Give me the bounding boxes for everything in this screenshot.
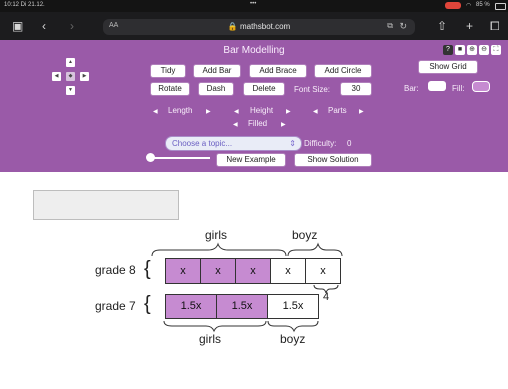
delete-button[interactable]: Delete — [243, 82, 285, 96]
top-brace-label-boyz: boyz — [292, 228, 318, 242]
topic-placeholder: Choose a topic... — [172, 139, 233, 148]
length-decrease-icon[interactable]: ◀ — [153, 108, 158, 115]
reload-icon[interactable]: ↻ — [399, 21, 407, 32]
top-brace-girls — [151, 242, 287, 257]
move-up-button[interactable]: ▲ — [66, 58, 75, 67]
length-increase-icon[interactable]: ▶ — [206, 108, 211, 115]
grade7-label: grade 7 — [95, 299, 136, 313]
difficulty-slider-thumb[interactable] — [146, 153, 155, 162]
show-grid-button[interactable]: Show Grid — [418, 60, 478, 74]
status-bar: 10:12 Di 21.12. ••• ◠ 85 % — [0, 0, 508, 12]
new-example-button[interactable]: New Example — [216, 153, 286, 167]
parts-label: Parts — [328, 106, 347, 115]
top-braces — [151, 242, 343, 257]
parts-decrease-icon[interactable]: ◀ — [313, 108, 318, 115]
text-input-box[interactable] — [33, 190, 179, 220]
move-down-button[interactable]: ▼ — [66, 86, 75, 95]
app-toolbar: Bar Modelling ▲ ◀ ◆ ▶ ▼ Tidy Add Bar Add… — [0, 40, 508, 172]
font-size-label: Font Size: — [294, 85, 331, 94]
move-right-button[interactable]: ▶ — [80, 72, 89, 81]
back-icon[interactable]: ‹ — [42, 19, 46, 33]
height-increase-icon[interactable]: ▶ — [286, 108, 291, 115]
grade7-part-3[interactable]: 1.5x — [267, 294, 319, 319]
top-brace-label-girls: girls — [205, 228, 228, 242]
battery-percent: 85 % — [476, 2, 490, 8]
status-time: 10:12 Di 21.12. — [4, 2, 45, 8]
add-brace-button[interactable]: Add Brace — [249, 64, 307, 78]
address-bar[interactable]: AA 🔒 mathsbot.com ⧉ ↻ — [103, 19, 415, 35]
add-circle-button[interactable]: Add Circle — [314, 64, 372, 78]
tidy-button[interactable]: Tidy — [150, 64, 186, 78]
page-title: Bar Modelling — [223, 45, 285, 56]
battery-icon — [495, 3, 506, 10]
reader-icon[interactable]: ⧉ — [387, 21, 393, 31]
grade8-part-4[interactable]: x — [270, 258, 306, 284]
tabs-icon[interactable]: ⧠ — [490, 19, 500, 33]
new-tab-icon[interactable]: + — [466, 19, 473, 33]
length-label: Length — [168, 106, 193, 115]
font-size-input[interactable]: 30 — [340, 82, 372, 96]
stop-icon[interactable]: ■ — [455, 45, 465, 55]
rotate-button[interactable]: Rotate — [150, 82, 190, 96]
move-center-button[interactable]: ◆ — [66, 72, 75, 81]
zoom-in-icon[interactable]: ⊕ — [467, 45, 477, 55]
difficulty-value: 0 — [347, 139, 352, 148]
wifi-icon: ◠ — [466, 3, 472, 9]
topic-select[interactable]: Choose a topic... ⇕ — [165, 136, 302, 151]
filled-label: Filled — [248, 119, 268, 128]
fullscreen-icon[interactable]: ⛶ — [491, 45, 501, 55]
bottom-braces — [163, 320, 319, 333]
move-left-button[interactable]: ◀ — [52, 72, 61, 81]
difficulty-slider-track[interactable] — [150, 157, 210, 159]
share-icon[interactable]: ⇧ — [437, 19, 447, 33]
grade8-label: grade 8 — [95, 263, 136, 277]
dash-button[interactable]: Dash — [198, 82, 234, 96]
filled-decrease-icon[interactable]: ◀ — [233, 121, 238, 128]
add-bar-button[interactable]: Add Bar — [193, 64, 241, 78]
height-label: Height — [250, 106, 274, 115]
circle-note: 4 — [323, 291, 330, 303]
fill-color-label: Fill: — [452, 84, 465, 93]
bottom-brace-boyz — [267, 320, 319, 333]
zoom-out-icon[interactable]: ⊖ — [479, 45, 489, 55]
bar-color-label: Bar: — [404, 84, 419, 93]
grade8-part-2[interactable]: x — [200, 258, 236, 284]
top-brace-boyz — [287, 242, 343, 257]
url-text: 🔒 mathsbot.com — [227, 22, 291, 31]
canvas-area[interactable]: girls boyz grade 8 { x x x x x 4 grade 7… — [0, 172, 508, 389]
fill-color-swatch[interactable] — [472, 81, 490, 92]
chevron-down-icon: ⇕ — [289, 139, 296, 148]
parts-increase-icon[interactable]: ▶ — [359, 108, 364, 115]
help-icon[interactable]: ? — [443, 45, 453, 55]
bar-color-swatch[interactable] — [428, 81, 446, 91]
grade8-open-brace: { — [144, 258, 151, 280]
browser-toolbar: ▣ ‹ › AA 🔒 mathsbot.com ⧉ ↻ ⇧ + ⧠ — [0, 12, 508, 40]
forward-icon[interactable]: › — [70, 19, 74, 33]
grade8-part-1[interactable]: x — [165, 258, 201, 284]
grade7-open-brace: { — [144, 293, 151, 315]
grade8-part-3[interactable]: x — [235, 258, 271, 284]
grade7-part-2[interactable]: 1.5x — [216, 294, 268, 319]
filled-increase-icon[interactable]: ▶ — [281, 121, 286, 128]
grade8-part-5[interactable]: x — [305, 258, 341, 284]
show-solution-button[interactable]: Show Solution — [294, 153, 372, 167]
difficulty-label: Difficulty: — [304, 139, 337, 148]
url-value: mathsbot.com — [239, 22, 291, 31]
grade7-part-1[interactable]: 1.5x — [165, 294, 217, 319]
height-decrease-icon[interactable]: ◀ — [234, 108, 239, 115]
status-dots: ••• — [250, 1, 257, 7]
sidebar-icon[interactable]: ▣ — [12, 19, 23, 33]
bottom-brace-label-boyz: boyz — [280, 332, 306, 346]
bottom-brace-girls — [163, 320, 267, 333]
bottom-brace-label-girls: girls — [199, 332, 222, 346]
recording-indicator — [445, 2, 461, 9]
